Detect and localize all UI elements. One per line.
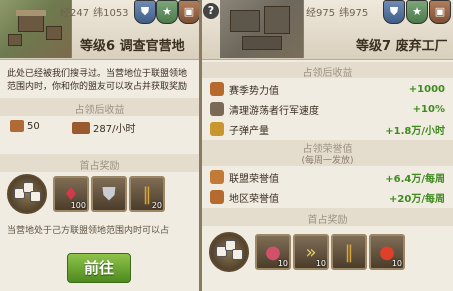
honor-row-alliance: 联盟荣誉值 +6.4万/每周	[210, 168, 445, 186]
dice-medal-icon	[7, 174, 47, 214]
gain-row-clear-speed: 清理游荡者行军速度 +10%	[210, 100, 445, 118]
honor-row-region: 地区荣誉值 +20万/每周	[210, 188, 445, 206]
reward-slot-gem[interactable]: ♦ 100	[53, 176, 89, 212]
reward-list: ● 10 » 10 ‖ ● 10	[209, 232, 407, 272]
resource-wood: 287/小时	[72, 120, 135, 135]
chest-icon[interactable]: ▣	[178, 0, 199, 24]
panel-header: 经247 纬1053 ⛊ ★ ▣ 等级6 调查官营地	[0, 0, 199, 60]
reward-slot-shield[interactable]: ⛊	[91, 176, 127, 212]
panel-body: 此处已经被我们搜寻过。当营地位于联盟领地范围内时，你和你的盟友可以攻占并获取奖励…	[0, 60, 199, 291]
occupy-section-label: 占领后收益	[302, 68, 353, 79]
occupy-section-label: 占领后收益	[74, 105, 125, 116]
bullets-icon	[210, 122, 224, 136]
reward-slot-speedup[interactable]: » 10	[293, 234, 329, 270]
description-text: 此处已经被我们搜寻过。当营地位于联盟领地范围内时，你和你的盟友可以攻占并获取奖励	[7, 69, 188, 92]
reward-list: ♦ 100 ⛊ ‖ 20	[7, 174, 167, 214]
shield-icon[interactable]: ⛊	[134, 0, 156, 24]
honor-subtitle: (每周一发放)	[301, 156, 354, 166]
factory-info-panel: ? 经975 纬975 ⛊ ★ ▣ 等级7 废弃工厂 占领后收益 赛季势力值 +1…	[202, 0, 453, 291]
dice-medal-icon	[209, 232, 249, 272]
reward-slot-tomato[interactable]: ● 10	[369, 234, 405, 270]
resource-stone: 50	[10, 120, 40, 132]
star-icon[interactable]: ★	[156, 0, 178, 24]
shield-icon: ⛊	[102, 184, 116, 205]
wood-icon	[72, 121, 90, 134]
go-button[interactable]: 前往	[67, 253, 131, 283]
chest-icon[interactable]: ▣	[429, 0, 451, 24]
panel-header: ? 经975 纬975 ⛊ ★ ▣ 等级7 废弃工厂	[202, 0, 453, 60]
help-icon[interactable]: ?	[203, 3, 219, 19]
gain-row-season-power: 赛季势力值 +1000	[210, 80, 445, 98]
stone-icon	[10, 120, 24, 132]
reward-slot-meat[interactable]: ● 10	[255, 234, 291, 270]
season-power-icon	[210, 82, 224, 96]
alliance-honor-icon	[210, 170, 224, 184]
panel-body: 占领后收益 赛季势力值 +1000 清理游荡者行军速度 +10% 子弹产量 +1…	[202, 60, 453, 291]
page-title: 等级7 废弃工厂	[356, 39, 448, 54]
page-title: 等级6 调查官营地	[80, 39, 185, 54]
factory-thumbnail	[220, 0, 304, 58]
coordinates: 经975 纬975	[306, 8, 369, 19]
occupy-note: 当营地处于己方联盟领地范围内时可以占	[7, 226, 170, 236]
first-reward-section-label: 首占奖励	[79, 161, 120, 172]
reward-slot-bullets[interactable]: ‖ 20	[129, 176, 165, 212]
coordinates: 经247 纬1053	[60, 8, 129, 19]
region-honor-icon	[210, 190, 224, 204]
star-icon[interactable]: ★	[406, 0, 428, 24]
camp-info-panel: 经247 纬1053 ⛊ ★ ▣ 等级6 调查官营地 此处已经被我们搜寻过。当营地…	[0, 0, 199, 291]
first-reward-section-label: 首占奖励	[307, 215, 348, 226]
reward-slot-bullets[interactable]: ‖	[331, 234, 367, 270]
shield-icon[interactable]: ⛊	[383, 0, 405, 24]
gain-row-bullets: 子弹产量 +1.8万/小时	[210, 120, 445, 138]
clear-speed-icon	[210, 102, 224, 116]
bullets-icon: ‖	[344, 242, 354, 263]
